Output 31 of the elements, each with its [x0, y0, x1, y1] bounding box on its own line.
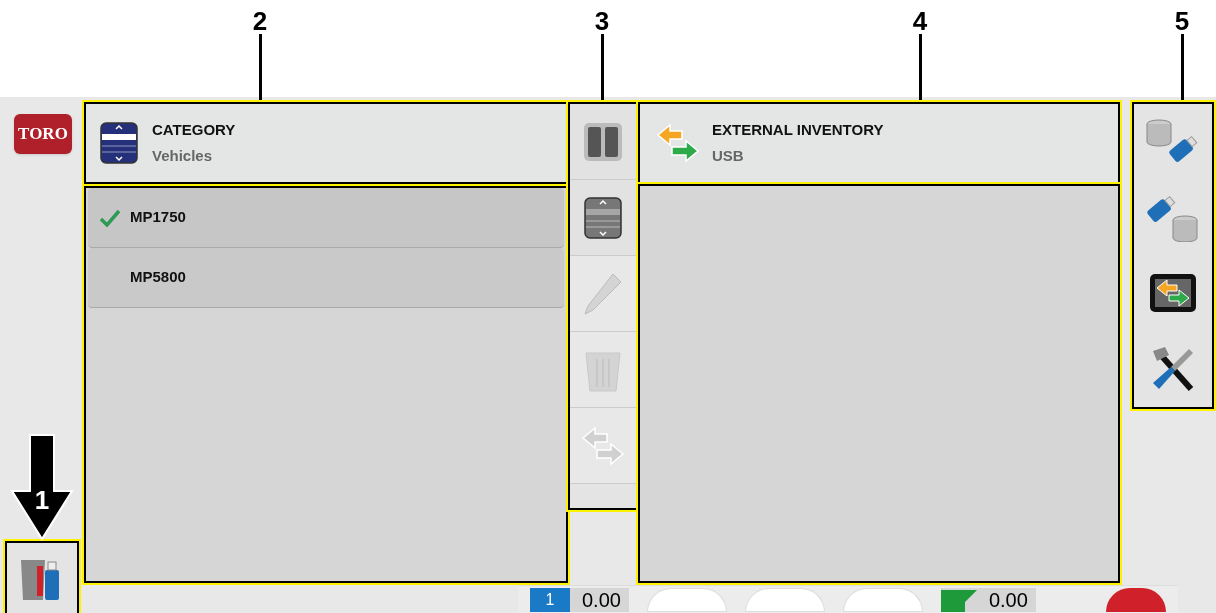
list-item[interactable]: MP5800	[88, 248, 564, 308]
flag-icon	[940, 587, 977, 612]
reading: 0.00	[582, 589, 621, 610]
inventory-value: USB	[712, 146, 745, 166]
callout-number: 5	[1173, 8, 1191, 34]
category-header[interactable]: CATEGORY Vehicles	[84, 102, 568, 184]
columns-icon	[583, 121, 623, 162]
usb-to-database-icon	[1145, 193, 1201, 242]
callout-number: 3	[593, 8, 611, 34]
reading: 0.00	[988, 589, 1028, 610]
list-item[interactable]: MP1750	[88, 188, 564, 248]
list-icon	[100, 122, 138, 164]
check-icon	[99, 208, 121, 227]
stop-button[interactable]	[1106, 587, 1166, 612]
data-manager-button[interactable]	[5, 541, 79, 613]
swap-arrows-icon	[656, 123, 700, 163]
counter-badge: 1	[530, 587, 570, 612]
brand-logo: TORO	[14, 114, 72, 154]
callout-number: 4	[911, 8, 929, 34]
callout-number: 1	[33, 487, 51, 513]
item-label: MP5800	[130, 267, 186, 288]
inventory-header[interactable]: EXTERNAL INVENTORY USB	[638, 102, 1120, 184]
inventory-title: EXTERNAL INVENTORY	[712, 119, 884, 140]
list-icon	[584, 196, 622, 239]
screen-swap-icon	[1149, 273, 1197, 314]
callout-number: 2	[251, 8, 269, 34]
item-label: MP1750	[130, 207, 186, 228]
pencil-icon	[583, 271, 623, 316]
category-title: CATEGORY	[152, 119, 236, 140]
swap-arrows-icon	[581, 425, 625, 466]
category-value: Vehicles	[152, 146, 214, 166]
